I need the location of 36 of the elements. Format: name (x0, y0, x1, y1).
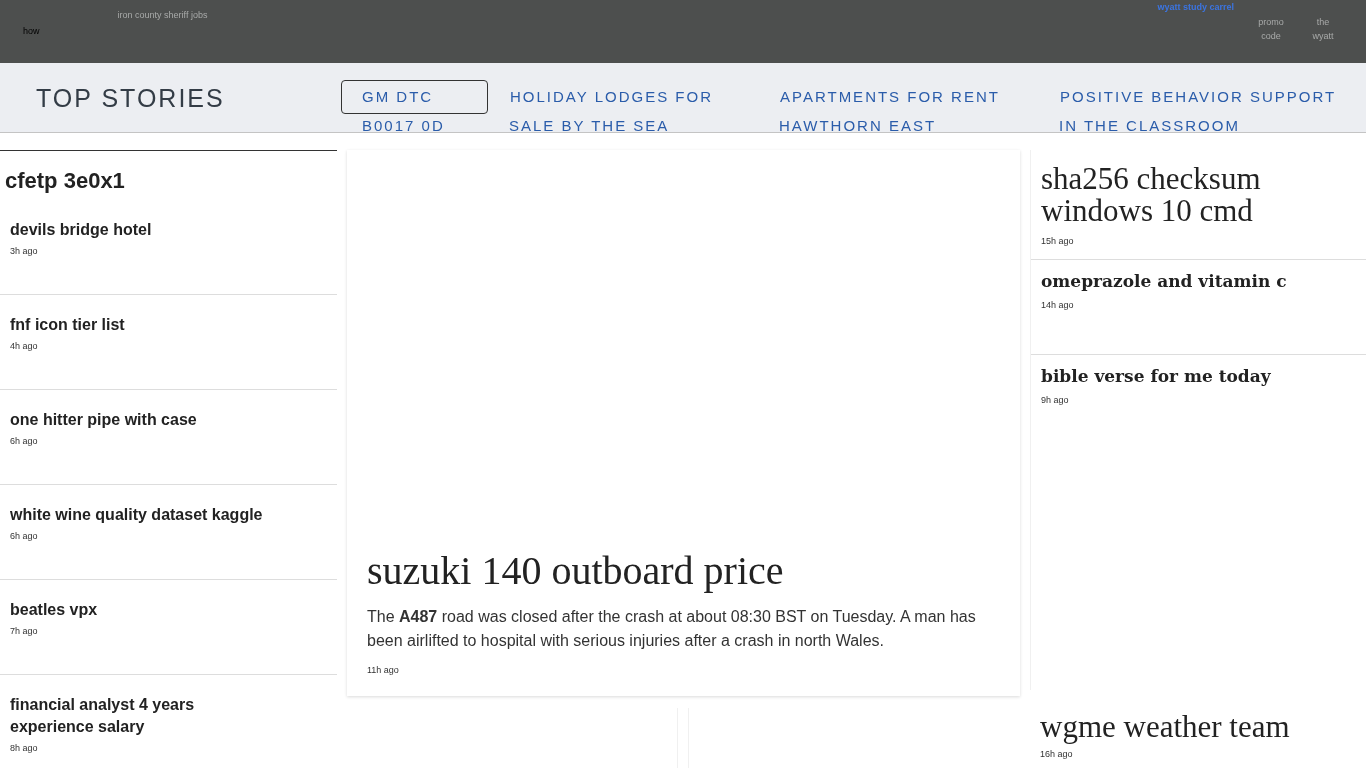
story-time: 4h ago (10, 340, 39, 352)
story-time: 14h ago (1041, 299, 1075, 311)
story-time: 6h ago (10, 435, 39, 447)
story-title[interactable]: bible verse for me today (1041, 365, 1366, 387)
story-time: 3h ago (10, 245, 39, 257)
nav-link[interactable]: GM DTC (341, 80, 488, 114)
story-time: 9h ago (1041, 394, 1070, 406)
top-bar-text[interactable]: promo code (1256, 15, 1286, 43)
featured-headline[interactable]: suzuki 140 outboard price (367, 549, 1000, 593)
story-time: 6h ago (10, 530, 39, 542)
sidebar-heading: cfetp 3e0x1 (5, 167, 126, 195)
nav-link[interactable]: HAWTHORN EAST (779, 116, 937, 136)
nav-link[interactable]: B0017 0D (341, 116, 445, 136)
story-time: 8h ago (10, 742, 39, 754)
nav-link[interactable]: SALE BY THE SEA (509, 116, 670, 136)
nav-link[interactable]: APARTMENTS FOR RENT (779, 80, 1001, 114)
story-title[interactable]: white wine quality dataset kaggle (10, 504, 275, 526)
top-bar-text[interactable]: the wyatt (1308, 15, 1338, 43)
nav-link[interactable]: IN THE CLASSROOM (1059, 116, 1240, 136)
story-time: 7h ago (10, 625, 39, 637)
section-title: TOP STORIES (36, 84, 225, 112)
story-title[interactable]: sha256 checksum windows 10 cmd (1041, 163, 1301, 227)
story-title[interactable]: financial analyst 4 years experience salary (10, 694, 275, 738)
nav-link[interactable]: HOLIDAY LODGES FOR (509, 80, 714, 114)
story-title[interactable]: devils bridge hotel (10, 219, 275, 241)
story-title[interactable]: omeprazole and vitamin c (1041, 270, 1366, 292)
story-time: 15h ago (1041, 235, 1075, 247)
story-title[interactable]: beatles vpx (10, 599, 275, 621)
story-title[interactable]: fnf icon tier list (10, 314, 275, 336)
featured-summary: The A487 road was closed after the crash at about 08:30 BST on Tuesday. A man has been airlifted to hospital with serious injuries after a crash in north Wales. (367, 607, 977, 651)
story-title[interactable]: one hitter pipe with case (10, 409, 275, 431)
top-bar-text[interactable]: iron county sheriff jobs (117, 9, 208, 21)
story-time: 16h ago (1040, 748, 1074, 760)
story-title[interactable]: wgme weather team (1040, 710, 1366, 744)
nav-link[interactable]: POSITIVE BEHAVIOR SUPPORT (1059, 80, 1338, 114)
story-time: 11h ago (367, 664, 400, 676)
